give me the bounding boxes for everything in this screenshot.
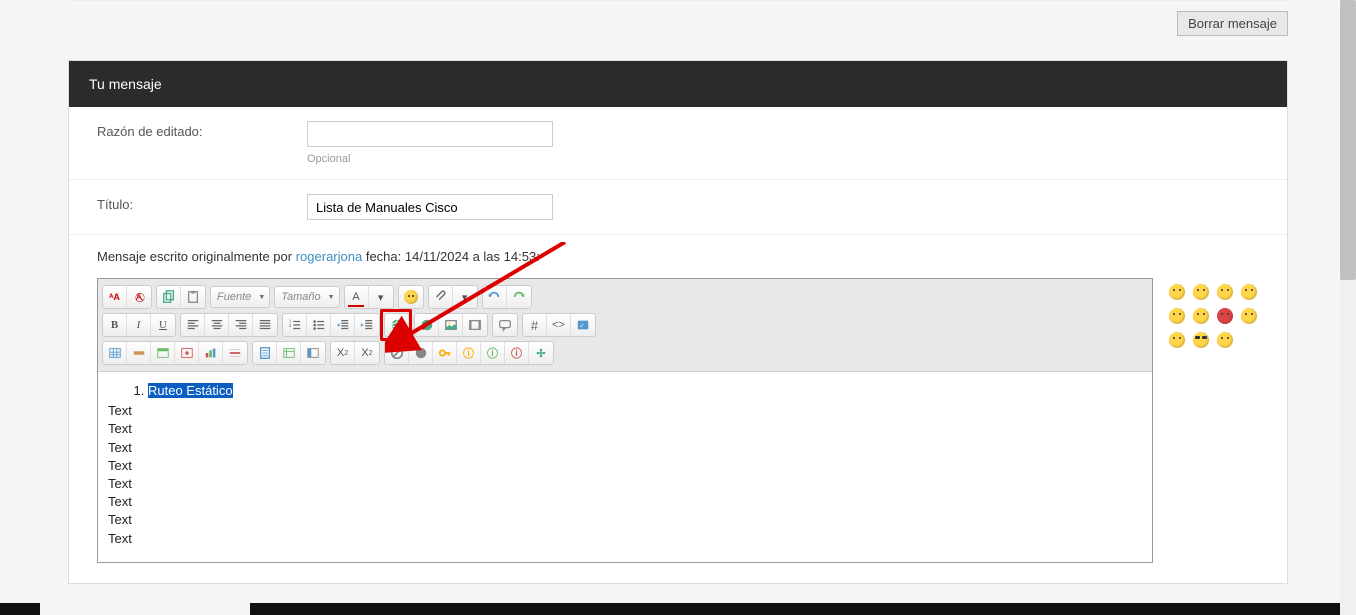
align-justify-icon[interactable]: [253, 314, 277, 336]
text-color-dropdown-icon[interactable]: ▾: [369, 286, 393, 308]
content-line: Text: [108, 420, 1142, 438]
info1-icon[interactable]: ⓘ: [481, 342, 505, 364]
content-line: Text: [108, 457, 1142, 475]
taskbar-item: [40, 603, 250, 615]
content-line: Text: [108, 511, 1142, 529]
superscript-icon[interactable]: X2: [355, 342, 379, 364]
svg-text:2: 2: [288, 323, 291, 328]
title-label: Título:: [97, 194, 287, 212]
editor-textarea[interactable]: Ruteo Estático Text Text Text Text Text …: [98, 372, 1152, 562]
editor-toolbar: ᴬA A⃠ Fuente Tamaño A ▾: [98, 279, 1152, 372]
quote-icon[interactable]: [493, 314, 517, 336]
message-panel: Tu mensaje Razón de editado: Opcional Tí…: [68, 60, 1288, 584]
font-color-icon[interactable]: ᴬA: [103, 286, 127, 308]
list-item: Ruteo Estático: [148, 382, 1142, 400]
emoji-cool-icon[interactable]: [1193, 332, 1209, 348]
emoji-neutral-icon[interactable]: [1217, 332, 1233, 348]
unlink-icon[interactable]: [415, 314, 439, 336]
clear-format-icon[interactable]: [385, 342, 409, 364]
emoji-laugh-icon[interactable]: [1241, 284, 1257, 300]
ordered-list-icon[interactable]: 12: [283, 314, 307, 336]
original-message-info: Mensaje escrito originalmente por rogera…: [97, 249, 540, 264]
content-line: Text: [108, 493, 1142, 511]
table-insert-icon[interactable]: [103, 342, 127, 364]
image-icon[interactable]: [439, 314, 463, 336]
hr-icon[interactable]: [223, 342, 247, 364]
author-link[interactable]: rogerarjona: [296, 249, 363, 264]
hash-icon[interactable]: #: [523, 314, 547, 336]
emoji-wink-icon[interactable]: [1169, 308, 1185, 324]
scrollbar-thumb[interactable]: [1340, 0, 1356, 280]
symbol-icon[interactable]: ✢: [529, 342, 553, 364]
emoji-confused-icon[interactable]: [1193, 284, 1209, 300]
italic-icon[interactable]: I: [127, 314, 151, 336]
subscript-icon[interactable]: X2: [331, 342, 355, 364]
document-icon[interactable]: [253, 342, 277, 364]
content-line: Text: [108, 475, 1142, 493]
unordered-list-icon[interactable]: [307, 314, 331, 336]
content-line: Text: [108, 402, 1142, 420]
redo-icon[interactable]: [507, 286, 531, 308]
video-icon[interactable]: [463, 314, 487, 336]
table-row-icon[interactable]: [127, 342, 151, 364]
emoji-panel: [1169, 278, 1259, 348]
align-left-icon[interactable]: [181, 314, 205, 336]
preview-icon[interactable]: ✓: [571, 314, 595, 336]
link-icon[interactable]: [385, 314, 409, 336]
paste-icon[interactable]: [181, 286, 205, 308]
outdent-icon[interactable]: [331, 314, 355, 336]
copy-icon[interactable]: [157, 286, 181, 308]
emoji-grin-icon[interactable]: [1217, 284, 1233, 300]
svg-text:✓: ✓: [580, 323, 585, 330]
content-line: Text: [108, 530, 1142, 548]
panel-title: Tu mensaje: [69, 61, 1287, 107]
underline-icon[interactable]: U: [151, 314, 175, 336]
delete-message-button[interactable]: Borrar mensaje: [1177, 11, 1288, 36]
layout-icon[interactable]: [301, 342, 325, 364]
page-scrollbar[interactable]: [1340, 0, 1356, 615]
title-input[interactable]: [307, 194, 553, 220]
edit-reason-hint: Opcional: [307, 153, 553, 165]
info2-icon[interactable]: ⓘ: [505, 342, 529, 364]
bold-icon[interactable]: B: [103, 314, 127, 336]
content-line: Text: [108, 439, 1142, 457]
undo-icon[interactable]: [483, 286, 507, 308]
edit-reason-label: Razón de editado:: [97, 121, 287, 139]
emoji-insert-icon[interactable]: [399, 286, 423, 308]
align-right-icon[interactable]: [229, 314, 253, 336]
info-warning-icon[interactable]: ⓘ: [457, 342, 481, 364]
font-select[interactable]: Fuente: [210, 286, 270, 308]
emoji-sad-icon[interactable]: [1193, 308, 1209, 324]
text-color-icon[interactable]: A: [345, 286, 369, 308]
edit-reason-input[interactable]: [307, 121, 553, 147]
emoji-blush-icon[interactable]: [1169, 332, 1185, 348]
table-props-icon[interactable]: [175, 342, 199, 364]
key-icon[interactable]: [433, 342, 457, 364]
table-cell-icon[interactable]: [151, 342, 175, 364]
emoji-smile-icon[interactable]: [1169, 284, 1185, 300]
code-icon[interactable]: <>: [547, 314, 571, 336]
spreadsheet-icon[interactable]: [277, 342, 301, 364]
chart-icon[interactable]: [199, 342, 223, 364]
globe-icon[interactable]: [409, 342, 433, 364]
selected-text: Ruteo Estático: [148, 383, 233, 398]
emoji-angry-icon[interactable]: [1217, 308, 1233, 324]
editor-container: ᴬA A⃠ Fuente Tamaño A ▾: [97, 278, 1153, 563]
indent-icon[interactable]: [355, 314, 379, 336]
font-remove-icon[interactable]: A⃠: [127, 286, 151, 308]
emoji-tongue-icon[interactable]: [1241, 308, 1257, 324]
attach-dropdown-icon[interactable]: ▾: [453, 286, 477, 308]
align-center-icon[interactable]: [205, 314, 229, 336]
attach-icon[interactable]: [429, 286, 453, 308]
size-select[interactable]: Tamaño: [274, 286, 339, 308]
